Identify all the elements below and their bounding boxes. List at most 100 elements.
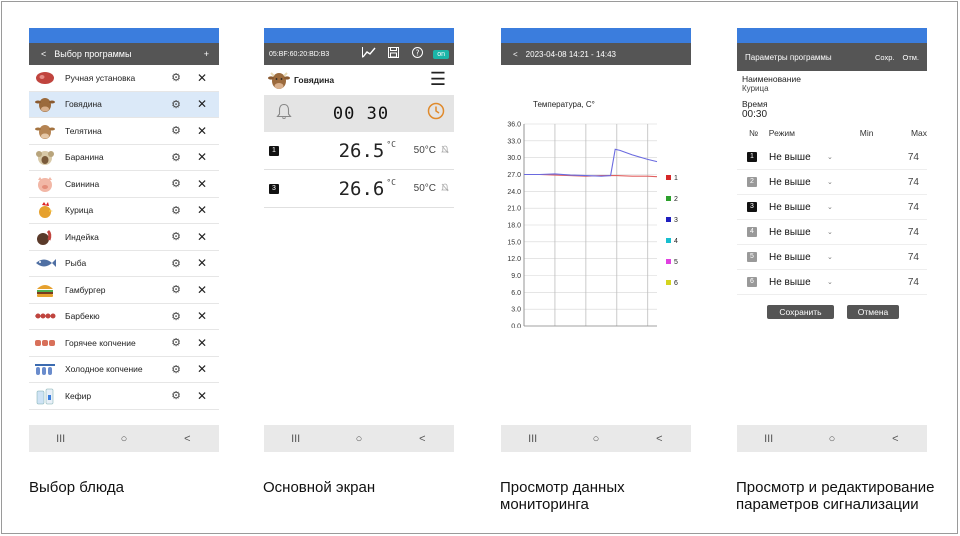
chevron-down-icon[interactable]: ⌄ — [827, 253, 837, 261]
program-list-item[interactable]: Рыба ⚙ ✕ — [29, 251, 219, 277]
header-save-button[interactable]: Сохр. — [875, 53, 895, 62]
close-icon[interactable]: ✕ — [196, 150, 208, 164]
chevron-down-icon[interactable]: ⌄ — [827, 278, 837, 286]
chevron-down-icon[interactable]: ⌄ — [827, 153, 837, 161]
date-range[interactable]: 2023-04-08 14:21 - 14:43 — [526, 50, 616, 59]
gear-icon[interactable]: ⚙ — [170, 257, 182, 270]
close-icon[interactable]: ✕ — [196, 177, 208, 191]
cancel-button[interactable]: Отмена — [847, 305, 899, 319]
mode-select[interactable]: Не выше — [769, 152, 827, 163]
back-button[interactable]: < — [41, 49, 46, 59]
nav-back-button[interactable]: < — [875, 433, 915, 445]
mode-select[interactable]: Не выше — [769, 252, 827, 263]
current-dish[interactable]: Говядина ☰ — [264, 65, 454, 95]
program-list-item[interactable]: Баранина ⚙ ✕ — [29, 145, 219, 171]
program-list-item[interactable]: Барбекю ⚙ ✕ — [29, 304, 219, 330]
food-icon — [34, 334, 56, 352]
program-list-item[interactable]: Ручная установка ⚙ ✕ — [29, 65, 219, 92]
name-field[interactable]: Наименование Курица — [742, 74, 801, 93]
close-icon[interactable]: ✕ — [196, 283, 208, 297]
gear-icon[interactable]: ⚙ — [170, 98, 182, 111]
alarm-row: 3 Не выше ⌄ 74 — [737, 195, 927, 220]
home-button[interactable]: ○ — [104, 433, 144, 445]
mode-select[interactable]: Не выше — [769, 227, 827, 238]
gear-icon[interactable]: ⚙ — [170, 124, 182, 137]
nav-back-button[interactable]: < — [639, 433, 679, 445]
menu-icon[interactable]: ☰ — [430, 70, 446, 88]
max-value[interactable]: 74 — [837, 152, 927, 163]
gear-icon[interactable]: ⚙ — [170, 283, 182, 296]
max-value[interactable]: 74 — [837, 177, 927, 188]
recent-apps-button[interactable]: III — [41, 433, 81, 445]
add-button[interactable]: + — [204, 49, 209, 59]
close-icon[interactable]: ✕ — [196, 97, 208, 111]
y-tick-label: 24.0 — [507, 189, 521, 196]
close-icon[interactable]: ✕ — [196, 256, 208, 270]
close-icon[interactable]: ✕ — [196, 309, 208, 323]
gear-icon[interactable]: ⚙ — [170, 151, 182, 164]
alarm-row: 1 Не выше ⌄ 74 — [737, 145, 927, 170]
clock-icon[interactable] — [418, 102, 454, 125]
save-icon[interactable] — [383, 47, 403, 61]
chevron-down-icon[interactable]: ⌄ — [827, 178, 837, 186]
gear-icon[interactable]: ⚙ — [170, 389, 182, 402]
chart-icon[interactable] — [359, 47, 379, 61]
program-list-item[interactable]: Холодное копчение ⚙ ✕ — [29, 357, 219, 383]
program-name: Холодное копчение — [65, 364, 143, 375]
program-list-item[interactable]: Курица ⚙ ✕ — [29, 198, 219, 224]
program-list-item[interactable]: Индейка ⚙ ✕ — [29, 224, 219, 251]
sensor-row[interactable]: 3 26.6 °C 50°C — [264, 170, 454, 208]
connection-toggle[interactable]: on — [433, 49, 449, 59]
max-value[interactable]: 74 — [837, 227, 927, 238]
chevron-down-icon[interactable]: ⌄ — [827, 228, 837, 236]
gear-icon[interactable]: ⚙ — [170, 363, 182, 376]
home-button[interactable]: ○ — [812, 433, 852, 445]
close-icon[interactable]: ✕ — [196, 362, 208, 376]
legend-swatch-3 — [666, 217, 671, 222]
program-list-item[interactable]: Горячее копчение ⚙ ✕ — [29, 330, 219, 357]
bell-icon[interactable] — [264, 103, 304, 125]
home-button[interactable]: ○ — [576, 433, 616, 445]
close-icon[interactable]: ✕ — [196, 336, 208, 350]
recent-apps-button[interactable]: III — [513, 433, 553, 445]
recent-apps-button[interactable]: III — [276, 433, 316, 445]
home-button[interactable]: ○ — [339, 433, 379, 445]
back-button[interactable]: < — [513, 50, 518, 59]
max-value[interactable]: 74 — [837, 277, 927, 288]
mode-select[interactable]: Не выше — [769, 277, 827, 288]
program-list-item[interactable]: Говядина ⚙ ✕ — [29, 91, 219, 118]
close-icon[interactable]: ✕ — [196, 203, 208, 217]
gear-icon[interactable]: ⚙ — [170, 336, 182, 349]
mute-bell-icon[interactable] — [436, 145, 454, 156]
chevron-down-icon[interactable]: ⌄ — [827, 203, 837, 211]
close-icon[interactable]: ✕ — [196, 230, 208, 244]
gear-icon[interactable]: ⚙ — [170, 204, 182, 217]
time-field[interactable]: Время 00:30 — [742, 99, 768, 120]
mute-bell-icon[interactable] — [436, 183, 454, 194]
program-list-item[interactable]: Гамбургер ⚙ ✕ — [29, 277, 219, 304]
sensor-row[interactable]: 1 26.5 °C 50°C — [264, 132, 454, 170]
gear-icon[interactable]: ⚙ — [170, 310, 182, 323]
app-header: Параметры программы Сохр. Отм. — [737, 43, 927, 71]
temperature-chart[interactable]: Температура, С°36.033.030.027.024.021.01… — [501, 88, 691, 328]
timer-value[interactable]: 00 30 — [304, 104, 418, 124]
program-list-item[interactable]: Кефир ⚙ ✕ — [29, 383, 219, 410]
program-list-item[interactable]: Телятина ⚙ ✕ — [29, 118, 219, 145]
close-icon[interactable]: ✕ — [196, 389, 208, 403]
max-value[interactable]: 74 — [837, 202, 927, 213]
header-cancel-button[interactable]: Отм. — [902, 53, 919, 62]
gear-icon[interactable]: ⚙ — [170, 177, 182, 190]
save-button[interactable]: Сохранить — [767, 305, 834, 319]
max-value[interactable]: 74 — [837, 252, 927, 263]
recent-apps-button[interactable]: III — [749, 433, 789, 445]
nav-back-button[interactable]: < — [167, 433, 207, 445]
mode-select[interactable]: Не выше — [769, 202, 827, 213]
nav-back-button[interactable]: < — [402, 433, 442, 445]
gear-icon[interactable]: ⚙ — [170, 230, 182, 243]
close-icon[interactable]: ✕ — [196, 71, 208, 85]
gear-icon[interactable]: ⚙ — [170, 71, 182, 84]
close-icon[interactable]: ✕ — [196, 124, 208, 138]
mode-select[interactable]: Не выше — [769, 177, 827, 188]
help-icon[interactable]: ? — [407, 47, 427, 61]
program-list-item[interactable]: Свинина ⚙ ✕ — [29, 171, 219, 198]
